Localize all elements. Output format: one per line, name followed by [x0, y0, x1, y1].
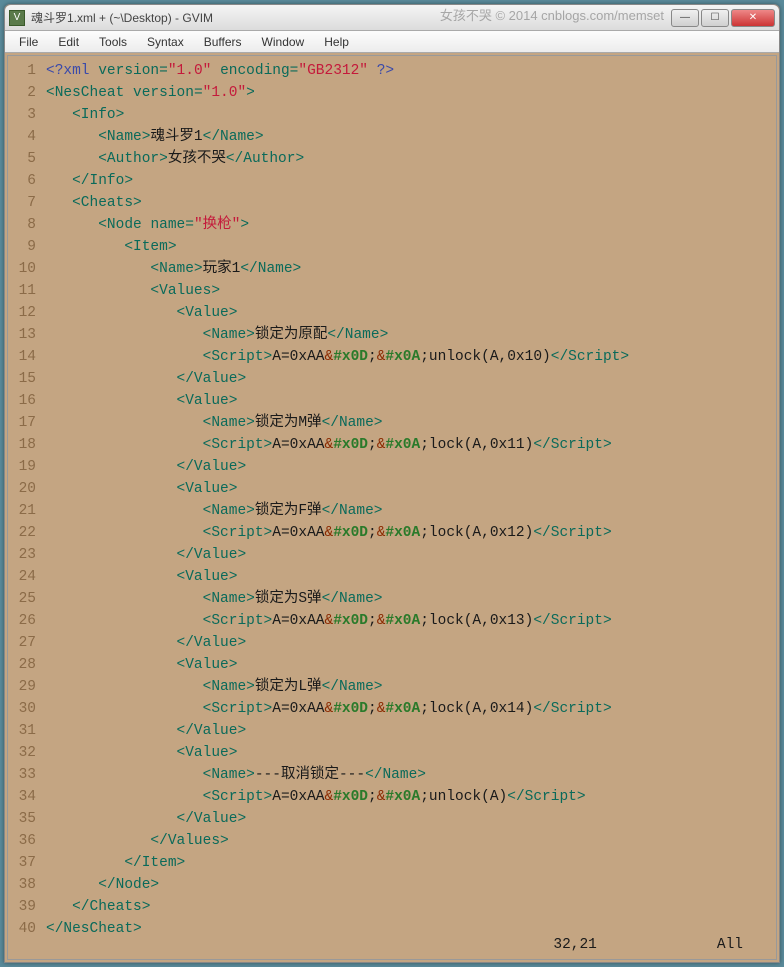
menu-buffers[interactable]: Buffers: [194, 33, 252, 51]
line-gutter: 1234567891011121314151617181920212223242…: [8, 56, 42, 959]
close-button[interactable]: ✕: [731, 9, 775, 27]
cursor-position: 32,21: [553, 937, 597, 953]
minimize-button[interactable]: —: [671, 9, 699, 27]
menu-syntax[interactable]: Syntax: [137, 33, 194, 51]
menu-window[interactable]: Window: [252, 33, 315, 51]
menu-help[interactable]: Help: [314, 33, 359, 51]
code-area[interactable]: <?xml version="1.0" encoding="GB2312" ?>…: [42, 56, 776, 959]
menu-file[interactable]: File: [9, 33, 48, 51]
menubar: File Edit Tools Syntax Buffers Window He…: [5, 31, 779, 53]
watermark-text: 女孩不哭 © 2014 cnblogs.com/memset: [440, 5, 664, 24]
app-icon: V: [9, 10, 25, 26]
menu-edit[interactable]: Edit: [48, 33, 89, 51]
editor[interactable]: 1234567891011121314151617181920212223242…: [7, 55, 777, 960]
statusbar: 32,21 All: [19, 934, 759, 956]
menu-tools[interactable]: Tools: [89, 33, 137, 51]
scroll-percent: All: [717, 937, 743, 953]
maximize-button[interactable]: ☐: [701, 9, 729, 27]
main-window: V 魂斗罗1.xml + (~\Desktop) - GVIM — ☐ ✕ Fi…: [4, 4, 780, 963]
window-buttons: — ☐ ✕: [671, 9, 775, 27]
